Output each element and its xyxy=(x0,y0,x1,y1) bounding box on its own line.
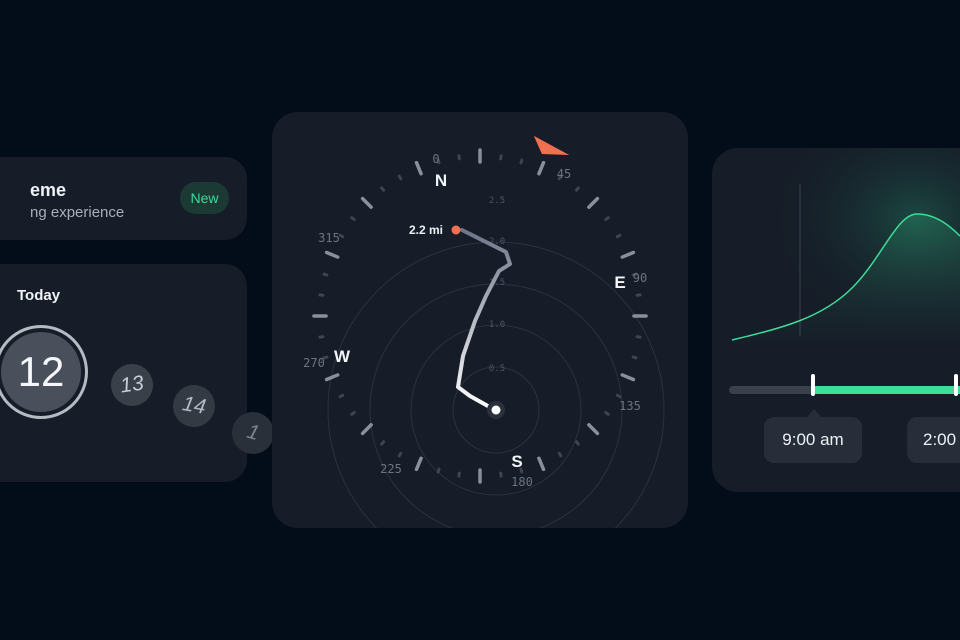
major-tick xyxy=(414,456,423,472)
today-label: Today xyxy=(17,287,61,304)
minor-tick xyxy=(338,233,345,239)
major-tick xyxy=(587,196,600,209)
bearing-label-135: 135 xyxy=(619,399,641,413)
heading-marker-fill xyxy=(534,136,569,155)
major-tick xyxy=(360,196,373,209)
minor-tick xyxy=(604,410,610,416)
compass-dial[interactable]: 0.5 1.0 1.5 2.0 2.5 0 45 90 135 180 225 … xyxy=(272,112,688,528)
range-end-handle[interactable] xyxy=(954,374,958,396)
minor-tick xyxy=(338,393,345,399)
end-time-chip[interactable]: 2:00 xyxy=(907,417,960,463)
major-tick xyxy=(537,160,546,176)
major-tick xyxy=(414,160,423,176)
minor-tick xyxy=(519,158,524,165)
bearing-label-270: 270 xyxy=(303,356,325,370)
start-time-chip[interactable]: 9:00 am xyxy=(764,417,862,463)
bearing-label-225: 225 xyxy=(380,462,402,476)
bearing-label-180: 180 xyxy=(511,475,533,489)
bearing-label-0: 0 xyxy=(432,152,439,166)
minor-tick xyxy=(436,467,441,474)
major-tick xyxy=(324,373,340,382)
minor-tick xyxy=(604,216,610,222)
new-badge: New xyxy=(180,182,229,214)
minor-tick xyxy=(574,186,580,192)
range-selected[interactable] xyxy=(813,386,960,394)
route-endpoint xyxy=(451,225,461,235)
cardinal-north: N xyxy=(435,171,447,190)
selected-day-number: 12 xyxy=(1,332,81,412)
major-tick xyxy=(360,423,373,436)
center-dot xyxy=(491,405,501,415)
minor-tick xyxy=(615,233,622,239)
cardinal-east: E xyxy=(614,273,625,292)
minor-tick xyxy=(631,355,638,360)
ring-label-0.5: 0.5 xyxy=(489,364,505,374)
bearing-label-45: 45 xyxy=(557,167,571,181)
minor-tick xyxy=(557,451,563,458)
minor-tick xyxy=(380,440,386,446)
major-tick xyxy=(620,373,636,382)
minor-tick xyxy=(380,186,386,192)
minor-tick xyxy=(397,451,403,458)
bearing-label-90: 90 xyxy=(633,271,647,285)
minor-tick xyxy=(574,440,580,446)
theme-title: eme xyxy=(30,180,67,200)
bearing-label-315: 315 xyxy=(318,231,340,245)
major-tick xyxy=(587,423,600,436)
ring-label-1.0: 1.0 xyxy=(489,320,505,330)
major-tick xyxy=(537,456,546,472)
cardinal-south: S xyxy=(511,452,522,471)
distance-label: 2.2 mi xyxy=(409,223,443,237)
range-start-handle[interactable] xyxy=(811,374,815,396)
compass-ticks xyxy=(312,148,648,484)
theme-subtitle: ng experience xyxy=(30,204,125,221)
major-tick xyxy=(324,250,340,259)
ring-label-2.5: 2.5 xyxy=(489,196,505,206)
minor-tick xyxy=(350,216,356,222)
minor-tick xyxy=(322,272,329,277)
minor-tick xyxy=(397,174,403,181)
major-tick xyxy=(620,250,636,259)
cardinal-west: W xyxy=(334,347,351,366)
minor-tick xyxy=(350,410,356,416)
minor-tick xyxy=(615,393,622,399)
